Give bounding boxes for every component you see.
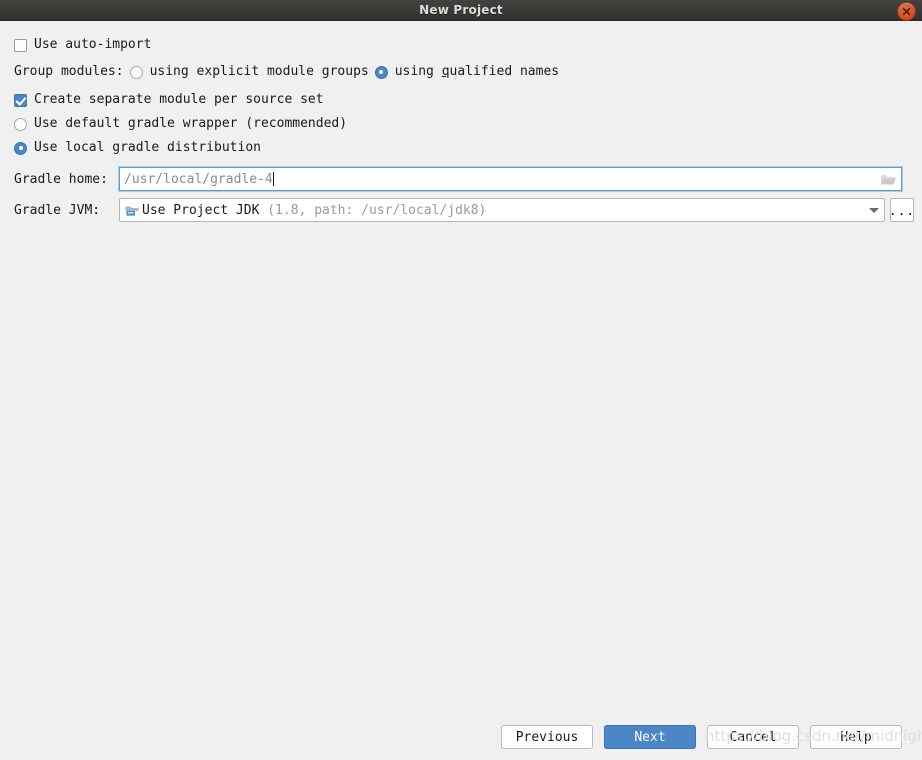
checkbox-use-auto-import[interactable] [14,38,27,52]
gradle-jvm-dropdown[interactable]: Use Project JDK (1.8, path: /usr/local/j… [119,198,885,222]
radio-use-local-gradle-distribution[interactable] [14,141,27,155]
window-title: New Project [419,3,503,17]
label-using-qualified-names: using qualified names [394,64,560,79]
label-create-separate-module: Create separate module per source set [34,92,324,107]
gradle-jvm-browse-button[interactable]: ... [889,198,914,222]
gradle-home-row: Gradle home: /usr/local/gradle-4 [0,167,922,191]
checkbox-row-separate-module[interactable]: Create separate module per source set [0,88,922,112]
gradle-home-value: /usr/local/gradle-4 [124,171,273,187]
gradle-home-input[interactable]: /usr/local/gradle-4 [119,167,902,191]
text-caret [272,172,274,186]
folder-icon[interactable] [880,172,897,187]
cancel-button[interactable]: Cancel [707,725,799,749]
label-group-modules: Group modules: [14,64,124,79]
new-project-dialog: New Project Use auto-import Group module… [0,0,922,760]
radio-row-gradle-wrapper[interactable]: Use default gradle wrapper (recommended) [0,112,922,136]
label-use-local-gradle-distribution: Use local gradle distribution [34,140,261,155]
gradle-jvm-detail: (1.8, path: /usr/local/jdk8) [259,202,487,218]
label-gradle-home: Gradle home: [14,171,108,187]
radio-use-default-gradle-wrapper[interactable] [14,117,27,131]
next-button[interactable]: Next [604,725,696,749]
radio-row-local-distribution[interactable]: Use local gradle distribution [0,136,922,160]
group-modules-row: Group modules: using explicit module gro… [0,59,922,85]
label-using-explicit-module-groups: using explicit module groups [149,64,369,79]
checkbox-create-separate-module[interactable] [14,93,27,107]
gradle-jvm-value: Use Project JDK [142,202,260,218]
dialog-footer: Previous Next Cancel Help [0,722,922,752]
label-use-auto-import: Use auto-import [34,37,152,52]
previous-button[interactable]: Previous [501,725,593,749]
jdk-module-icon [125,204,139,217]
gradle-jvm-row: Gradle JVM: Use Project JDK (1.8, path: … [0,198,922,222]
title-bar: New Project [0,0,922,21]
label-gradle-jvm: Gradle JVM: [14,202,101,218]
chevron-down-icon[interactable] [864,199,884,221]
help-button[interactable]: Help [810,725,902,749]
radio-using-qualified-names[interactable] [374,65,388,79]
label-use-default-gradle-wrapper: Use default gradle wrapper (recommended) [34,116,348,131]
radio-using-explicit-module-groups[interactable] [129,65,143,79]
checkbox-row-auto-import[interactable]: Use auto-import [0,33,922,57]
close-icon[interactable] [897,2,916,21]
dialog-content: Use auto-import Group modules: using exp… [0,21,922,760]
